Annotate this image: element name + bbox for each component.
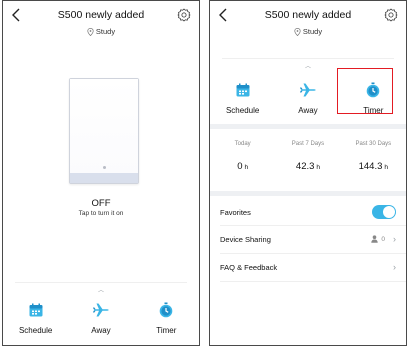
location-text: Study [302,27,323,36]
page-title: S500 newly added [264,9,352,21]
section-divider [210,191,406,196]
away-label: Away [91,326,111,335]
faq-feedback-label: FAQ & Feedback [220,262,278,272]
gear-icon[interactable] [384,8,398,22]
away-label: Away [298,106,318,115]
usage-past7-label: Past 7 Days [291,141,325,147]
calendar-icon [236,83,250,97]
usage-today-label: Today [234,141,251,147]
chevron-right-icon: › [393,234,396,244]
timer-icon [160,302,173,318]
device-sharing-label: Device Sharing [220,234,271,244]
sharing-count: 0 [381,235,385,243]
timer-label: Timer [156,326,177,335]
power-hint: Tap to turn it on [78,210,124,217]
device-details-screen: S500 newly added Study ︿ Schedule Away T… [209,0,407,346]
chevron-up-icon[interactable]: ︿ [3,285,199,294]
location-label: Study [3,27,199,36]
section-divider [210,124,406,129]
usage-past7: Past 7 Days 42.3 h [277,141,339,172]
usage-today-value: 0 [237,161,243,172]
timer-button[interactable]: Timer [136,301,196,335]
light-switch-toggle[interactable] [69,78,139,184]
usage-past7-value: 42.3 [295,161,315,172]
header: S500 newly added Study [3,1,199,47]
usage-past30-unit: h [384,164,389,171]
schedule-label: Schedule [225,106,260,115]
page-title: S500 newly added [57,9,145,21]
usage-today: Today 0h [212,141,274,172]
divider [15,282,187,283]
usage-today-unit: h [244,164,249,171]
chevron-right-icon: › [393,262,396,272]
action-bar: Schedule Away Timer [3,301,199,335]
away-button[interactable]: Away [278,81,338,115]
schedule-button[interactable]: Schedule [6,301,66,335]
schedule-label: Schedule [18,326,53,335]
favorites-label: Favorites [220,207,251,217]
airplane-icon [92,303,109,317]
schedule-button[interactable]: Schedule [213,81,273,115]
device-sharing-row[interactable]: Device Sharing 0 › [210,225,406,253]
switch-led [103,166,106,169]
usage-past30: Past 30 Days 144.3 h [342,141,404,172]
switch-base [70,173,138,183]
away-button[interactable]: Away [71,301,131,335]
toggle-knob [383,206,395,218]
airplane-icon [299,83,316,97]
divider [222,58,394,59]
location-text: Study [95,27,116,36]
header: S500 newly added Study [210,1,406,47]
location-label: Study [210,27,406,36]
switch-rocker [70,79,138,175]
usage-past30-value: 144.3 [358,161,383,172]
favorites-row: Favorites [210,198,406,226]
calendar-icon [29,303,43,317]
usage-past7-unit: h [316,164,321,171]
row-divider [220,281,406,282]
gear-icon[interactable] [177,8,191,22]
usage-stats: Today 0h Past 7 Days 42.3 h Past 30 Days … [210,141,406,172]
location-pin-icon [294,27,301,36]
usage-past30-label: Past 30 Days [355,141,392,147]
timer-highlight-box [337,68,393,114]
person-icon [371,235,379,243]
location-pin-icon [87,27,94,36]
favorites-toggle[interactable] [372,205,396,219]
device-control-screen: S500 newly added Study OFF Tap to turn i… [2,0,200,346]
power-status: OFF [91,198,111,209]
faq-feedback-row[interactable]: FAQ & Feedback › [210,253,406,281]
